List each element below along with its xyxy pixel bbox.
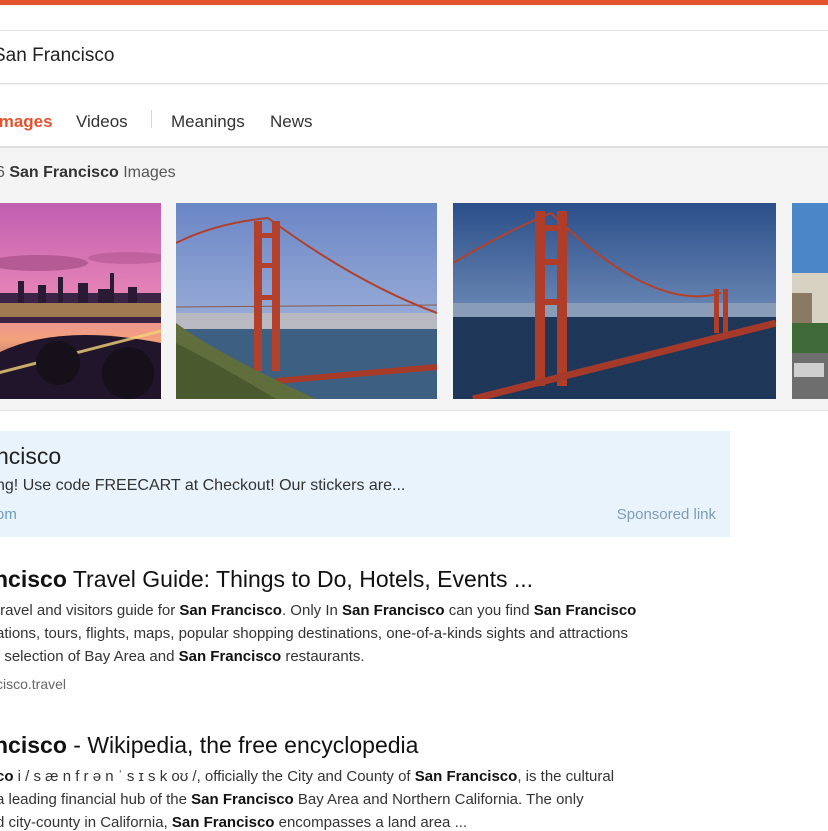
highlight-term: San Francisco bbox=[178, 648, 282, 665]
result-snippet-line: a leading financial hub of the San Franc… bbox=[0, 791, 584, 808]
snippet-text: ations, tours, flights, maps, popular sh… bbox=[0, 625, 629, 642]
snippet-text: can you find bbox=[444, 602, 534, 619]
search-tabs: Images Videos Meanings News bbox=[0, 98, 828, 148]
tab-meanings[interactable]: Meanings bbox=[171, 112, 245, 132]
result-snippet-line: t selection of Bay Area and San Francisc… bbox=[0, 648, 365, 665]
result-snippet-line: co i / s æ n f r ə n ˈ s ɪ s k oʊ /, off… bbox=[0, 768, 614, 785]
highlight-term: San Francisco bbox=[179, 602, 282, 619]
result-url[interactable]: cisco.travel bbox=[0, 676, 66, 692]
snippet-text: Bay Area and Northern California. The on… bbox=[293, 791, 584, 808]
highlight-term: San Francisco bbox=[414, 768, 518, 785]
image-thumb-golden-gate-2[interactable] bbox=[453, 203, 776, 399]
highlight-term: San Francisco bbox=[171, 814, 275, 831]
snippet-text: a leading financial hub of the bbox=[0, 791, 192, 808]
ad-description: ng! Use code FREECART at Checkout! Our s… bbox=[0, 477, 406, 494]
snippet-text: . Only In bbox=[281, 602, 342, 619]
result-travel-guide: ncisco Travel Guide: Things to Do, Hotel… bbox=[0, 566, 828, 706]
result-wikipedia: ncisco - Wikipedia, the free encyclopedi… bbox=[0, 732, 828, 831]
result-snippet-line: ations, tours, flights, maps, popular sh… bbox=[0, 625, 628, 642]
highlight-term: San Francisco bbox=[533, 602, 637, 619]
image-thumb-street[interactable] bbox=[792, 203, 828, 399]
ad-title[interactable]: ncisco bbox=[0, 443, 61, 470]
highlight-term: San Francisco bbox=[342, 602, 445, 619]
top-accent-bar bbox=[0, 0, 828, 5]
highlight-term: San Francisco bbox=[191, 791, 294, 808]
tab-images[interactable]: Images bbox=[0, 112, 53, 132]
snippet-text: d city-county in California, bbox=[0, 814, 172, 831]
image-thumb-skyline[interactable] bbox=[0, 203, 161, 399]
tab-divider bbox=[151, 110, 152, 128]
result-title[interactable]: ncisco Travel Guide: Things to Do, Hotel… bbox=[0, 566, 533, 593]
ad-url[interactable]: om bbox=[0, 506, 17, 523]
result-snippet-line: d city-county in California, San Francis… bbox=[0, 814, 467, 831]
search-input[interactable] bbox=[0, 41, 693, 71]
snippet-text: travel and visitors guide for bbox=[0, 602, 180, 619]
snippet-text: , is the cultural bbox=[517, 768, 615, 785]
search-bar bbox=[0, 30, 828, 84]
sponsored-ad[interactable]: ncisco ng! Use code FREECART at Checkout… bbox=[0, 431, 730, 537]
tab-videos[interactable]: Videos bbox=[76, 112, 128, 132]
snippet-text: restaurants. bbox=[281, 648, 365, 665]
sponsored-label: Sponsored link bbox=[616, 506, 716, 523]
image-count-label: 6 San Francisco Images bbox=[0, 164, 176, 181]
image-results-section: 6 San Francisco Images bbox=[0, 148, 828, 411]
tab-news[interactable]: News bbox=[270, 112, 313, 132]
snippet-text: i / s æ n f r ə n ˈ s ɪ s k oʊ /, offici… bbox=[13, 768, 415, 785]
result-title[interactable]: ncisco - Wikipedia, the free encyclopedi… bbox=[0, 732, 418, 759]
image-thumb-golden-gate-1[interactable] bbox=[176, 203, 437, 399]
result-snippet-line: travel and visitors guide for San Franci… bbox=[0, 602, 636, 619]
snippet-text: t selection of Bay Area and bbox=[0, 648, 179, 665]
highlight-term: co bbox=[0, 768, 14, 785]
snippet-text: encompasses a land area ... bbox=[274, 814, 468, 831]
